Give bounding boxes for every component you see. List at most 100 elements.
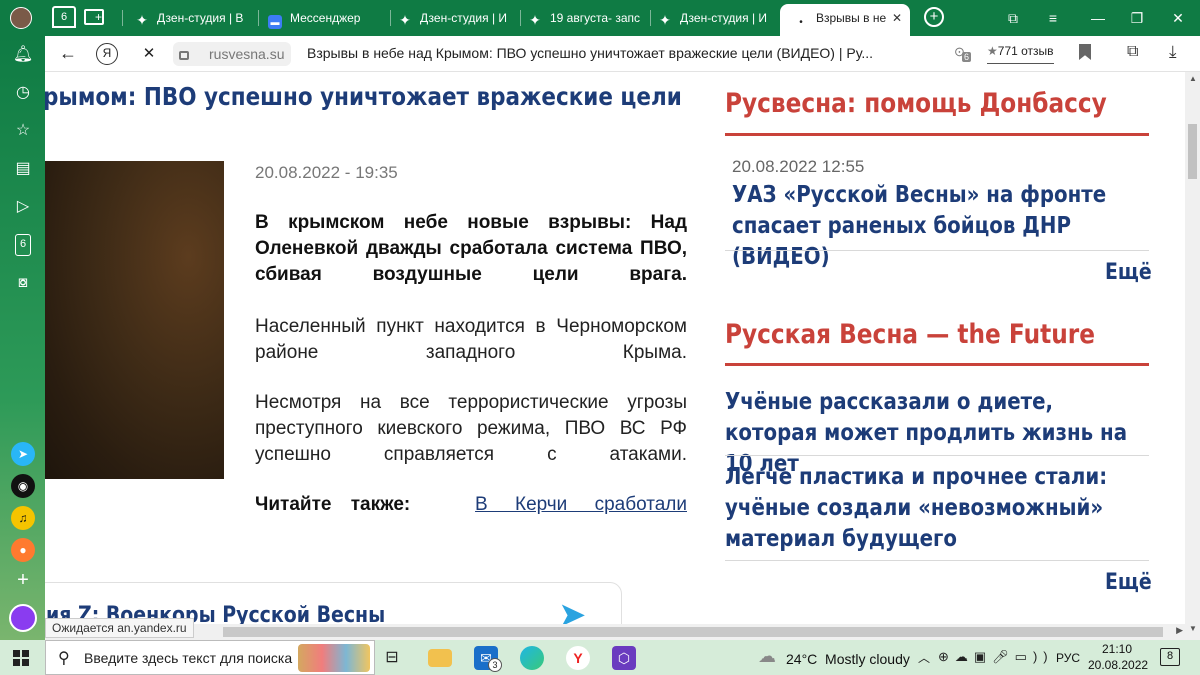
profile-avatar[interactable] [10,7,32,29]
scroll-down-arrow-icon[interactable]: ▼ [1189,624,1197,633]
star-icon: ★ [987,44,998,58]
url-domain: rusvesna.su [209,46,285,62]
tab-messenger[interactable]: ▬ Мессенджер [268,6,388,30]
notifications-bell-icon[interactable]: 🔔︎ [12,44,34,66]
url-box[interactable]: rusvesna.su [173,42,291,66]
task-view-icon[interactable]: ⊟ [380,646,404,670]
yandex-browser-icon[interactable]: Y [566,646,590,670]
window-close-icon[interactable]: ✕ [1168,8,1188,28]
language-indicator[interactable]: РУС [1056,651,1080,665]
bookmark-icon[interactable] [1079,44,1091,60]
read-also-link[interactable]: В Керчи сработали [475,492,687,518]
more-link-future[interactable]: Ещё [1105,570,1152,595]
browser-sidebar: 🔔︎ ◷ ☆ ▤ ▷ 6 ⧇ ➤ ◉ ♫ ● + [0,36,45,640]
taskbar-search-box[interactable]: ⚲ Введите здесь текст для поиска [45,640,375,675]
search-icon: ⚲ [58,650,70,667]
dzen-icon: ✦ [659,12,671,28]
news-item-uaz[interactable]: УАЗ «Русской Весны» на фронте спасает ра… [732,180,1145,273]
browser-tab-bar: 6 + ✦ Дзен-студия | В ▬ Мессенджер ✦ Дзен-с… [0,0,1200,36]
new-tab-button[interactable]: + [924,7,944,27]
read-also-label: Читайте также: [255,494,411,515]
news-item-material[interactable]: Легче пластика и прочнее стали: учёные с… [725,462,1138,555]
tray-chevron-icon[interactable]: ︿ [918,649,930,666]
article-paragraph-2: Несмотря на все террористические угрозы … [255,392,687,465]
section-title-donbass[interactable]: Русвесна: помощь Донбассу [725,88,1107,119]
yandex-logo-icon[interactable]: Я [96,43,118,65]
market-app-icon[interactable]: ● [11,538,35,562]
tab-counter: 6 [60,11,68,23]
reviews-badge[interactable]: ★771 отзыв [987,44,1054,64]
file-explorer-icon[interactable] [428,649,452,667]
section-underline [725,133,1149,136]
minimize-icon[interactable]: — [1088,8,1108,28]
vertical-scrollbar[interactable]: ▲ ▼ [1185,72,1200,640]
notification-count: 8 [1166,650,1174,662]
search-highlight-image [298,644,370,672]
horizontal-scroll-thumb[interactable] [223,627,1163,637]
vertical-scroll-thumb[interactable] [1188,124,1197,179]
tab-label: 19 августа- запс [550,11,641,25]
telegram-app-icon[interactable]: ➤ [11,442,35,466]
dzen-icon: ✦ [399,12,411,28]
protect-badge-icon[interactable]: ⊙ 6 [954,44,974,64]
more-link-donbass[interactable]: Ещё [1105,260,1152,285]
video-play-icon[interactable]: ▷ [12,196,34,218]
close-tab-icon[interactable]: ✕ [892,4,902,32]
notification-center-icon[interactable]: 8 [1160,648,1180,666]
scroll-up-arrow-icon[interactable]: ▲ [1189,74,1197,83]
tabs-count-icon[interactable]: 6 [15,234,31,256]
favorites-star-icon[interactable]: ☆ [12,120,34,142]
restore-icon[interactable]: ❐ [1127,8,1147,28]
page-title-in-address: Взрывы в небе над Крымом: ПВО успешно ун… [307,45,873,61]
windows-start-icon[interactable] [13,650,29,666]
tab-dzen-3[interactable]: ✦ Дзен-студия | И [658,6,770,30]
section-underline [725,363,1149,366]
dzen-app-icon[interactable]: ◉ [11,474,35,498]
horizontal-scrollbar[interactable]: ▶ [45,624,1185,640]
article-date: 20.08.2022 - 19:35 [255,163,398,182]
mail-icon[interactable]: ✉ 3 [474,646,502,672]
history-clock-icon[interactable]: ◷ [12,82,34,104]
reviews-label: 771 отзыв [997,44,1054,58]
address-bar-row: ← Я ✕ rusvesna.su Взрывы в небе над Крым… [45,36,1200,72]
edge-browser-icon[interactable] [520,646,544,670]
stop-loading-icon[interactable]: ✕ [138,43,160,65]
weather-cloud-icon[interactable]: ☁ [758,646,776,667]
tab-counter-button[interactable]: 6 [52,6,76,28]
clock-time[interactable]: 21:10 [1102,642,1132,656]
divider [725,250,1149,251]
tab-label: Дзен-студия | И [680,11,768,25]
messenger-icon: ▬ [268,15,282,29]
tab-label: Взрывы в не [816,11,887,25]
scroll-right-arrow-icon[interactable]: ▶ [1176,625,1183,636]
notes-icon[interactable]: ▤ [12,158,34,180]
status-bar-url: Ожидается an.yandex.ru [45,618,194,638]
dzen-icon: ✦ [136,12,148,28]
new-tab-group-icon[interactable]: + [84,9,104,25]
alice-assistant-icon[interactable] [9,604,37,632]
windows-taskbar: ⚲ Введите здесь текст для поиска ⊟ ✉ 3 Y… [0,640,1200,675]
clock-date[interactable]: 20.08.2022 [1088,658,1148,672]
section-title-future[interactable]: Русская Весна — the Future [725,319,1095,350]
music-app-icon[interactable]: ♫ [11,506,35,530]
weather-text[interactable]: 24°C Mostly cloudy [786,651,910,667]
collections-icon[interactable]: ⧉ [1127,43,1138,61]
vpn-shield-icon[interactable]: ⬡ [612,646,636,670]
screenshot-icon[interactable]: ⧇ [12,272,34,294]
tab-dzen-2[interactable]: ✦ Дзен-студия | И [398,6,518,30]
article-photo[interactable] [45,161,224,479]
article-headline: рымом: ПВО успешно уничтожает вражеские … [45,82,682,111]
tab-active-explosions[interactable]: • Взрывы в не ✕ [780,4,910,36]
add-app-icon[interactable]: + [11,568,35,592]
tab-august19[interactable]: ✦ 19 августа- запс [528,6,646,30]
taskbar-search-placeholder: Введите здесь текст для поиска [84,650,293,666]
menu-icon[interactable]: ≡ [1043,8,1063,28]
loading-dot-icon: • [799,17,803,28]
protect-count: 6 [962,52,972,62]
tray-icons[interactable]: ⊕☁▣🎤︎▭)) [938,649,1054,665]
tab-dzen-1[interactable]: ✦ Дзен-студия | В [135,6,255,30]
download-icon[interactable]: ⤓ [1169,42,1177,62]
back-arrow-icon[interactable]: ← [57,42,79,64]
tab-label: Дзен-студия | И [420,11,508,25]
bookmarks-panel-icon[interactable]: ⧉ [1003,8,1023,28]
